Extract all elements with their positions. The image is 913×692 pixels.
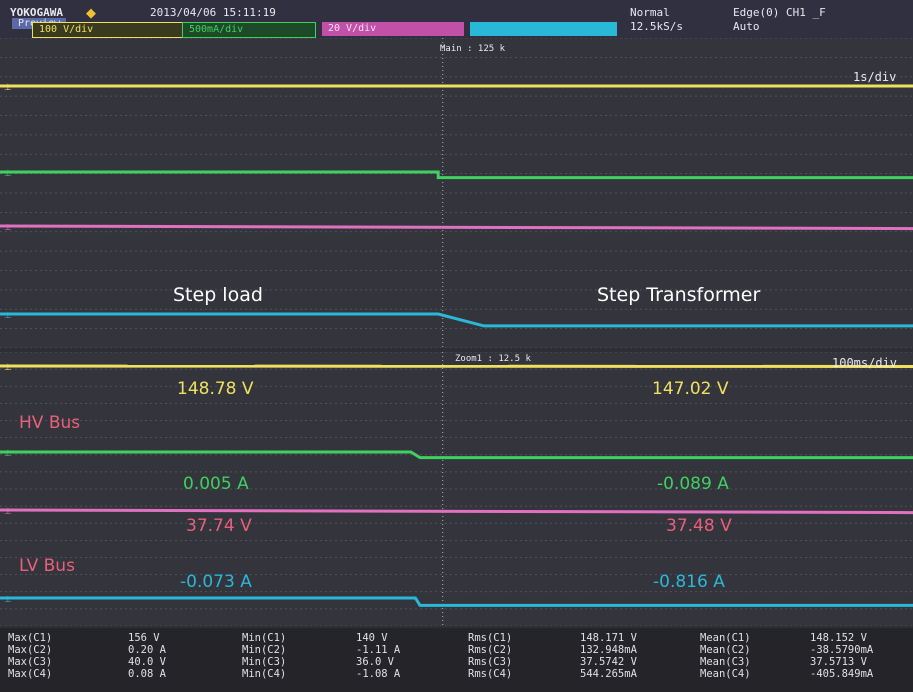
min-values: 140 V -1.11 A 36.0 V -1.08 A — [356, 632, 401, 680]
channel-1-scale[interactable]: 100 V/div — [32, 22, 186, 38]
max-labels: Max(C1) Max(C2) Max(C3) Max(C4) — [8, 632, 53, 680]
trigger-mode-label: Auto — [733, 20, 760, 33]
c1-left-value: 148.78 V — [177, 379, 254, 399]
main-time-per-div: 1s/div — [853, 70, 897, 84]
channel-3-scale[interactable]: 20 V/div — [322, 22, 464, 36]
oscilloscope-screen: YOKOGAWA ◆ 2013/04/06 15:11:19 Preview N… — [0, 0, 913, 692]
mean-labels: Mean(C1) Mean(C2) Mean(C3) Mean(C4) — [700, 632, 751, 680]
mean-values: 148.152 V -38.5790mA 37.5713 V -405.849m… — [810, 632, 874, 680]
main-ground-marker: ⊥ — [4, 223, 12, 233]
c2-right-value: -0.089 A — [657, 474, 729, 494]
min-labels: Min(C1) Min(C2) Min(C3) Min(C4) — [242, 632, 287, 680]
main-waveform-panel: ⊥⊥⊥⊥ — [0, 38, 913, 348]
zoom-time-per-div: 100ms/div — [832, 356, 898, 370]
c3-right-value: 37.48 V — [666, 516, 732, 536]
lv-bus-label: LV Bus — [19, 556, 75, 576]
zoom-timebase-label: Zoom1 : 12.5 k — [455, 354, 531, 364]
c4-left-value: -0.073 A — [180, 572, 252, 592]
statistics-panel: Max(C1) Max(C2) Max(C3) Max(C4) 156 V 0.… — [0, 628, 913, 692]
hv-bus-label: HV Bus — [19, 413, 81, 433]
acquisition-mode-label: Normal — [630, 6, 670, 19]
c3-left-value: 37.74 V — [186, 516, 252, 536]
channel-2-scale[interactable]: 500mA/div — [182, 22, 316, 38]
c2-left-value: 0.005 A — [183, 474, 249, 494]
zoom1-ground-marker: ⊥ — [4, 363, 12, 373]
c1-right-value: 147.02 V — [652, 379, 729, 399]
zoom1-series-c1 — [0, 364, 913, 368]
c4-right-value: -0.816 A — [653, 572, 725, 592]
zoom1-ground-marker: ⊥ — [4, 507, 12, 517]
main-timebase-label: Main : 125 k — [440, 44, 506, 54]
rms-values: 148.171 V 132.948mA 37.5742 V 544.265mA — [580, 632, 637, 680]
channel-4-scale[interactable] — [470, 22, 617, 36]
rms-labels: Rms(C1) Rms(C2) Rms(C3) Rms(C4) — [468, 632, 513, 680]
zoom-waveform-panel: ⊥⊥⊥⊥ — [0, 352, 913, 626]
sample-rate-label: 12.5kS/s — [630, 20, 683, 33]
step-load-label: Step load — [173, 284, 263, 306]
datetime-label: 2013/04/06 15:11:19 — [150, 6, 276, 19]
step-transformer-label: Step Transformer — [597, 284, 761, 306]
brand-diamond-icon: ◆ — [86, 5, 96, 20]
max-values: 156 V 0.20 A 40.0 V 0.08 A — [128, 632, 166, 680]
trigger-label: Edge(0) CH1 ̲F — [733, 6, 826, 19]
